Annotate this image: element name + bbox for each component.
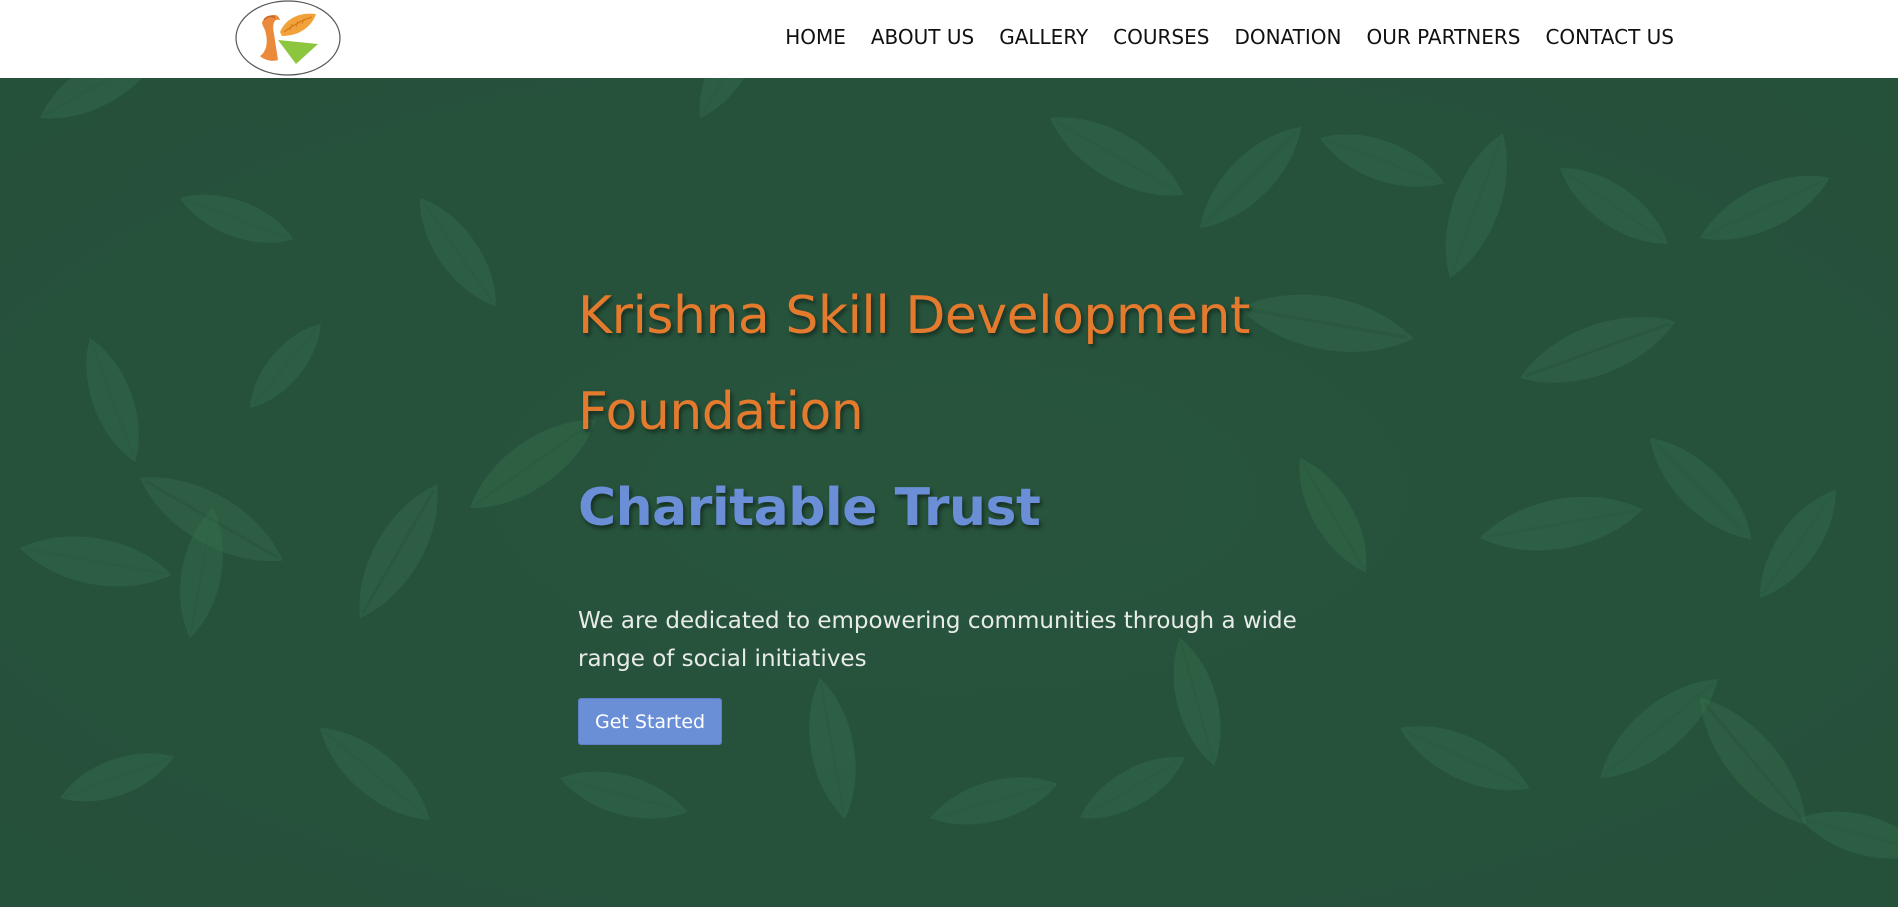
site-header: HOME ABOUT US GALLERY COURSES DONATION O… xyxy=(0,0,1898,78)
krishna-k-logo-icon xyxy=(235,0,341,76)
hero-title-line-2: Foundation xyxy=(578,382,864,442)
nav-item-donation[interactable]: DONATION xyxy=(1222,25,1354,49)
main-nav: HOME ABOUT US GALLERY COURSES DONATION O… xyxy=(773,0,1674,74)
nav-item-about-us[interactable]: ABOUT US xyxy=(858,25,986,49)
nav-item-courses[interactable]: COURSES xyxy=(1101,25,1222,49)
hero-section: Krishna Skill Development Foundation Cha… xyxy=(0,78,1898,907)
hero-title-line-1: Krishna Skill Development xyxy=(578,286,1250,346)
hero-content: Krishna Skill Development Foundation Cha… xyxy=(578,268,1338,745)
hero-subtitle: Charitable Trust xyxy=(578,478,1041,538)
page: HOME ABOUT US GALLERY COURSES DONATION O… xyxy=(0,0,1898,907)
nav-item-home[interactable]: HOME xyxy=(773,25,859,49)
logo[interactable] xyxy=(234,0,342,77)
hero-tagline: We are dedicated to empowering communiti… xyxy=(578,608,1297,672)
get-started-button[interactable]: Get Started xyxy=(578,698,723,745)
nav-item-gallery[interactable]: GALLERY xyxy=(987,25,1101,49)
nav-item-our-partners[interactable]: OUR PARTNERS xyxy=(1354,25,1533,49)
nav-item-contact-us[interactable]: CONTACT US xyxy=(1533,25,1674,49)
